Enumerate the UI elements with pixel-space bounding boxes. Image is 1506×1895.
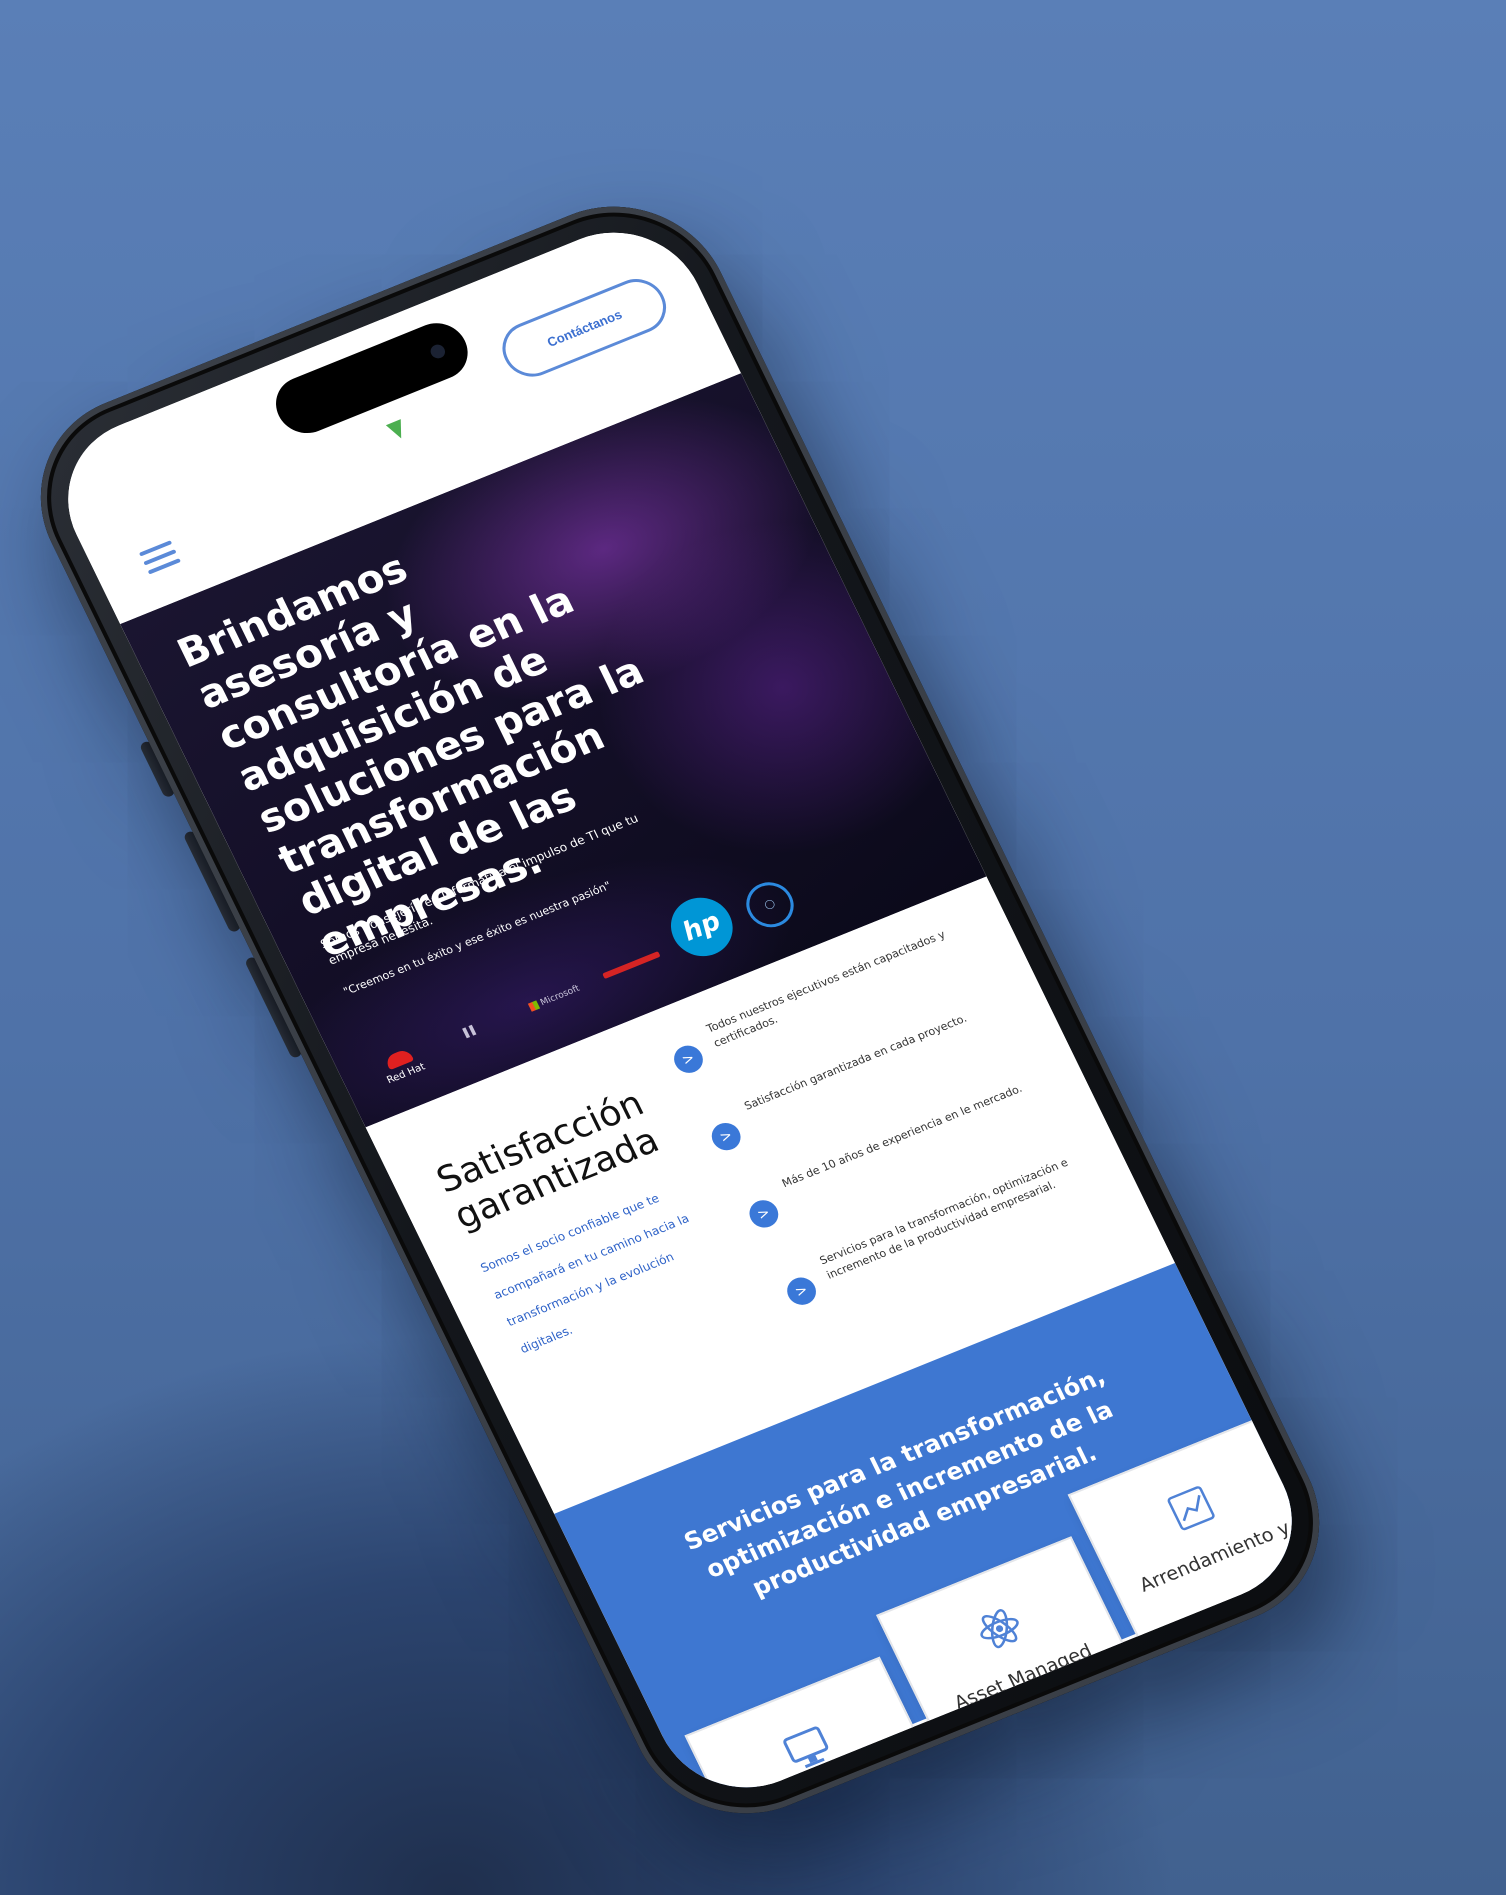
microsoft-label: Microsoft [538,983,582,1009]
phone-frame: Contáctanos Brindamos asesoría y consult… [3,173,1357,1847]
chart-icon [1160,1479,1223,1538]
contact-button[interactable]: Contáctanos [492,270,676,385]
hamburger-menu-icon[interactable] [136,535,183,580]
hp-label: hp [677,906,726,948]
service-card-label: Asset Managed Service [950,1639,1096,1724]
monitor-icon [776,1720,839,1779]
redhat-logo-icon: Red Hat [377,1045,427,1086]
phone-screen: Contáctanos Brindamos asesoría y consult… [39,206,1321,1814]
logo-icon[interactable] [385,419,409,442]
service-card-label: Gestión y digitalización [780,1770,906,1814]
microsoft-logo-icon: Microsoft [527,983,582,1013]
chevron-right-icon: > [782,1273,821,1310]
partner-bar-logo-icon [602,951,661,980]
camera-icon [428,342,448,361]
hp-logo-icon: hp [660,888,743,966]
service-card-label: Arrendamiento y [1136,1516,1294,1597]
phone-mockup: Contáctanos Brindamos asesoría y consult… [3,173,1357,1847]
atom-icon [968,1599,1031,1658]
chevron-right-icon: > [669,1041,708,1078]
chevron-right-icon: > [744,1196,784,1232]
chevron-right-icon: > [707,1118,746,1155]
dell-logo-icon: ◯ [738,875,802,935]
partner-logo-icon: ▌▌ [462,1024,481,1039]
